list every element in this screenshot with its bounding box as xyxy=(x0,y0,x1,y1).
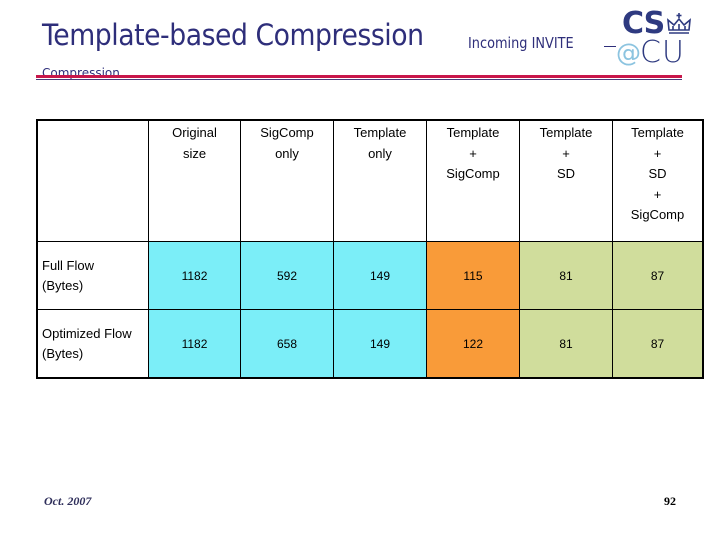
header-line: Original xyxy=(172,125,217,140)
crown-icon xyxy=(667,13,691,34)
page-number: 92 xyxy=(664,494,676,508)
table-cell: 592 xyxy=(240,241,334,310)
header-line: Template xyxy=(539,125,593,140)
slide-title: Template-based Compression xyxy=(42,18,424,52)
table-cell: 122 xyxy=(426,309,520,379)
header-line: Template xyxy=(631,125,684,140)
table-cell: 658 xyxy=(240,309,334,379)
cs-at-cu-logo: CS @ CU xyxy=(616,6,696,70)
header-line: SigComp xyxy=(630,207,685,222)
title-rule-primary xyxy=(36,75,682,78)
table-cell: 87 xyxy=(612,309,704,379)
table-cell: 87 xyxy=(612,241,704,310)
header-sigcomp-only: SigComp only xyxy=(240,119,334,242)
row-label-line: Full Flow xyxy=(42,257,95,273)
table-cell: 149 xyxy=(333,309,427,379)
table-row-full-flow: Full Flow (Bytes) 1182 592 149 115 81 87 xyxy=(36,241,704,310)
header-template-only: Template only xyxy=(333,119,427,242)
subtitle-dash xyxy=(604,46,616,47)
table-header-row: Original size SigComp only Template only Te… xyxy=(36,119,704,242)
header-line: + xyxy=(469,145,477,161)
table-cell: 1182 xyxy=(148,309,241,379)
row-label-line: (Bytes) xyxy=(42,345,84,361)
header-line: SD xyxy=(556,166,576,181)
header-line: Template xyxy=(446,125,500,140)
header-original-size: Original size xyxy=(148,119,241,242)
table-cell: 81 xyxy=(519,241,613,310)
header-template-sd: Template + SD xyxy=(519,119,613,242)
table-row-optimized-flow: Optimized Flow (Bytes) 1182 658 149 122 8… xyxy=(36,309,704,379)
compression-table: Original size SigComp only Template only Te… xyxy=(36,119,704,379)
row-label-optimized-flow: Optimized Flow (Bytes) xyxy=(36,309,149,379)
header-corner-cell xyxy=(36,119,149,242)
table-cell: 1182 xyxy=(148,241,241,310)
row-label-line: (Bytes) xyxy=(42,277,84,293)
logo-at-text: @ xyxy=(616,38,641,67)
header-line: + xyxy=(562,145,570,161)
title-rule-secondary xyxy=(36,79,682,80)
slide-subtitle: Incoming INVITE xyxy=(468,34,574,52)
table-cell: 81 xyxy=(519,309,613,379)
header-line: only xyxy=(368,145,392,161)
header-line: + xyxy=(653,145,662,161)
header-line: SigComp xyxy=(260,125,314,140)
header-line: only xyxy=(275,145,299,161)
header-line: SigComp xyxy=(446,166,500,181)
header-template-sigcomp: Template + SigComp xyxy=(426,119,520,242)
header-line: SD xyxy=(648,166,667,181)
header-template-sd-sigcomp: Template + SD + SigComp xyxy=(612,119,704,242)
row-label-full-flow: Full Flow (Bytes) xyxy=(36,241,149,310)
logo-cu-text: CU xyxy=(640,35,685,70)
header-line: size xyxy=(182,145,207,161)
header-line: + xyxy=(653,186,662,202)
header-line: Template xyxy=(353,125,407,140)
footer-date: Oct. 2007 xyxy=(44,494,92,508)
table-cell: 115 xyxy=(426,241,520,310)
table-cell: 149 xyxy=(333,241,427,310)
row-label-line: Optimized Flow xyxy=(42,325,132,341)
